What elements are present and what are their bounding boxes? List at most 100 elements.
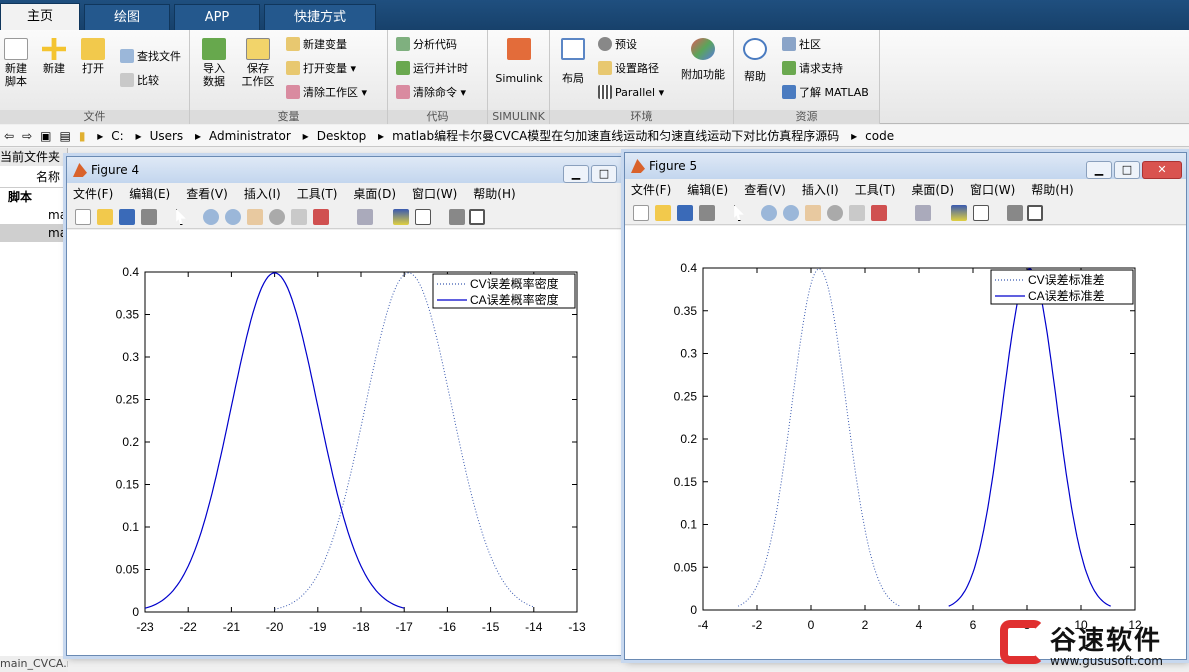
- figure5-window[interactable]: Figure 5 ▁ □ ✕ 文件(F) 编辑(E) 查看(V) 插入(I) 工具(T) 桌面…: [624, 152, 1187, 660]
- import-data-button[interactable]: 导入 数据: [198, 38, 230, 88]
- hide-tools-icon[interactable]: [449, 209, 465, 225]
- path-segment[interactable]: Users: [150, 129, 184, 143]
- tab-apps[interactable]: APP: [174, 4, 260, 30]
- data-cursor-icon[interactable]: [291, 209, 307, 225]
- figure4-window[interactable]: Figure 4 ▁ □ 文件(F) 编辑(E) 查看(V) 插入(I) 工具(T) 桌面(…: [66, 156, 622, 656]
- link-plot-icon[interactable]: [357, 209, 373, 225]
- tab-home[interactable]: 主页: [0, 3, 80, 30]
- pointer-icon[interactable]: [176, 209, 186, 225]
- up-folder-icon[interactable]: ▣: [40, 129, 51, 143]
- menu-edit[interactable]: 编辑(E): [129, 187, 170, 201]
- simulink-button[interactable]: Simulink: [494, 38, 544, 85]
- learn-matlab-button[interactable]: 了解 MATLAB: [782, 84, 869, 102]
- open-file-icon[interactable]: [655, 205, 671, 221]
- menu-edit[interactable]: 编辑(E): [687, 183, 728, 197]
- legend-icon[interactable]: [973, 205, 989, 221]
- back-icon[interactable]: ⇦: [4, 129, 14, 143]
- browse-icon[interactable]: ▤: [59, 129, 70, 143]
- save-icon[interactable]: [119, 209, 135, 225]
- address-bar[interactable]: ⇦ ⇨ ▣ ▤ ▮ ▸ C: ▸ Users ▸ Administrator ▸ Desktop…: [0, 125, 1189, 147]
- clear-workspace-button[interactable]: 清除工作区 ▾: [286, 84, 367, 102]
- run-and-time-button[interactable]: 运行并计时: [396, 60, 468, 78]
- save-icon[interactable]: [677, 205, 693, 221]
- parallel-button[interactable]: Parallel ▾: [598, 84, 664, 102]
- data-cursor-icon[interactable]: [849, 205, 865, 221]
- menu-view[interactable]: 查看(V): [186, 187, 228, 201]
- forward-icon[interactable]: ⇨: [22, 129, 32, 143]
- path-segment[interactable]: Desktop: [317, 129, 367, 143]
- community-button[interactable]: 社区: [782, 36, 821, 54]
- file-item[interactable]: ma: [0, 206, 67, 224]
- colorbar-icon[interactable]: [393, 209, 409, 225]
- path-segment[interactable]: Administrator: [209, 129, 291, 143]
- find-files-button[interactable]: 查找文件: [120, 48, 181, 66]
- path-segment[interactable]: C:: [111, 129, 123, 143]
- rotate-icon[interactable]: [269, 209, 285, 225]
- colorbar-icon[interactable]: [951, 205, 967, 221]
- set-path-button[interactable]: 设置路径: [598, 60, 659, 78]
- pointer-icon[interactable]: [734, 205, 744, 221]
- pan-icon[interactable]: [247, 209, 263, 225]
- menu-window[interactable]: 窗口(W): [412, 187, 457, 201]
- tab-shortcuts[interactable]: 快捷方式: [264, 4, 376, 30]
- open-variable-button[interactable]: 打开变量 ▾: [286, 60, 356, 78]
- brush-icon[interactable]: [313, 209, 329, 225]
- maximize-icon[interactable]: □: [1114, 161, 1140, 179]
- legend-icon[interactable]: [415, 209, 431, 225]
- new-script-button[interactable]: 新建 脚本: [2, 38, 30, 88]
- brush-icon[interactable]: [871, 205, 887, 221]
- zoom-out-icon[interactable]: [783, 205, 799, 221]
- path-segment[interactable]: code: [865, 129, 894, 143]
- clear-commands-button[interactable]: 清除命令 ▾: [396, 84, 466, 102]
- zoom-in-icon[interactable]: [761, 205, 777, 221]
- minimize-icon[interactable]: ▁: [563, 165, 589, 183]
- menu-tools[interactable]: 工具(T): [297, 187, 338, 201]
- figure4-titlebar[interactable]: Figure 4 ▁ □: [67, 157, 621, 183]
- menu-window[interactable]: 窗口(W): [970, 183, 1015, 197]
- figure5-titlebar[interactable]: Figure 5 ▁ □ ✕: [625, 153, 1186, 179]
- compare-button[interactable]: 比较: [120, 72, 159, 90]
- tab-plots[interactable]: 绘图: [84, 4, 170, 30]
- minimize-icon[interactable]: ▁: [1086, 161, 1112, 179]
- column-header-name[interactable]: 名称: [0, 166, 67, 188]
- hide-tools-icon[interactable]: [1007, 205, 1023, 221]
- menu-tools[interactable]: 工具(T): [855, 183, 896, 197]
- zoom-out-icon[interactable]: [225, 209, 241, 225]
- layout-button[interactable]: 布局: [558, 38, 588, 85]
- menu-file[interactable]: 文件(F): [631, 183, 671, 197]
- menu-insert[interactable]: 插入(I): [802, 183, 839, 197]
- menu-file[interactable]: 文件(F): [73, 187, 113, 201]
- request-support-button[interactable]: 请求支持: [782, 60, 843, 78]
- path-segment[interactable]: matlab编程卡尔曼CVCA模型在匀加速直线运动和匀速直线运动下对比仿真程序源…: [392, 129, 839, 143]
- print-icon[interactable]: [699, 205, 715, 221]
- open-button[interactable]: 打开: [78, 38, 108, 75]
- new-figure-icon[interactable]: [75, 209, 91, 225]
- menu-help[interactable]: 帮助(H): [473, 187, 515, 201]
- show-tools-icon[interactable]: [1027, 205, 1043, 221]
- close-icon[interactable]: ✕: [1142, 161, 1182, 179]
- menu-help[interactable]: 帮助(H): [1031, 183, 1073, 197]
- section-scripts[interactable]: 脚本: [0, 188, 67, 206]
- new-figure-icon[interactable]: [633, 205, 649, 221]
- analyze-code-button[interactable]: 分析代码: [396, 36, 457, 54]
- menu-desktop[interactable]: 桌面(D): [911, 183, 954, 197]
- zoom-in-icon[interactable]: [203, 209, 219, 225]
- rotate-icon[interactable]: [827, 205, 843, 221]
- print-icon[interactable]: [141, 209, 157, 225]
- show-tools-icon[interactable]: [469, 209, 485, 225]
- new-variable-button[interactable]: 新建变量: [286, 36, 347, 54]
- help-button[interactable]: 帮助: [740, 38, 770, 83]
- file-item[interactable]: ma: [0, 224, 67, 242]
- link-plot-icon[interactable]: [915, 205, 931, 221]
- menu-view[interactable]: 查看(V): [744, 183, 786, 197]
- menu-desktop[interactable]: 桌面(D): [353, 187, 396, 201]
- add-ons-button[interactable]: 附加功能: [680, 38, 726, 81]
- open-file-icon[interactable]: [97, 209, 113, 225]
- find-files-icon: [120, 49, 134, 63]
- preferences-button[interactable]: 预设: [598, 36, 637, 54]
- new-button[interactable]: 新建: [40, 38, 68, 75]
- pan-icon[interactable]: [805, 205, 821, 221]
- save-workspace-button[interactable]: 保存 工作区: [238, 38, 278, 88]
- maximize-icon[interactable]: □: [591, 165, 617, 183]
- menu-insert[interactable]: 插入(I): [244, 187, 281, 201]
